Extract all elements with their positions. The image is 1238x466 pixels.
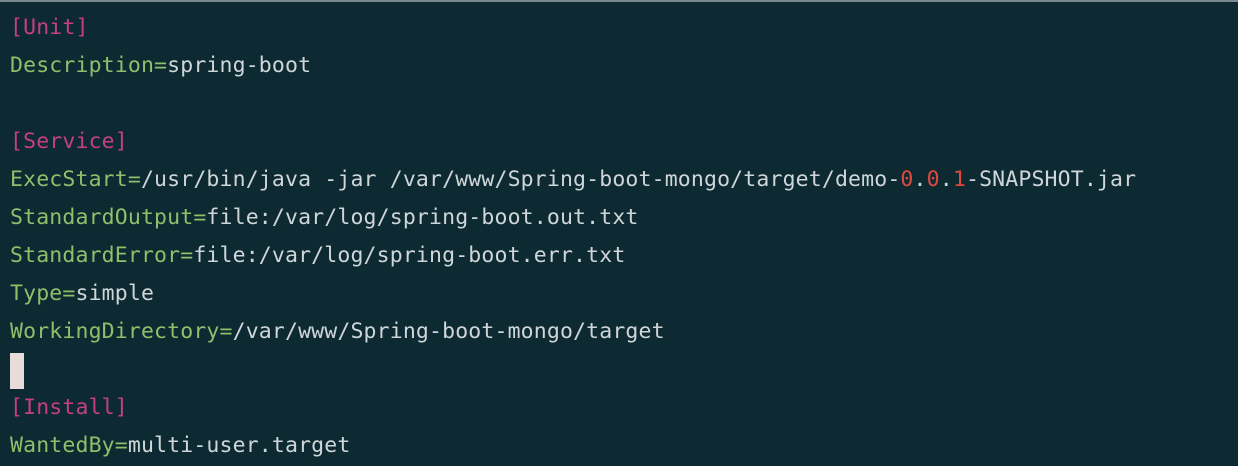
config-value: multi-user.target xyxy=(127,433,351,458)
config-value: /var/www/Spring-boot-mongo/target xyxy=(232,319,665,344)
config-value: spring-boot xyxy=(167,53,312,78)
config-value: simple xyxy=(75,281,155,306)
config-key: WantedBy= xyxy=(10,433,128,458)
version-number: 0 xyxy=(900,167,914,192)
config-key: Description= xyxy=(10,53,168,78)
standard-error-line: StandardError=file:/var/log/spring-boot.… xyxy=(10,237,1238,275)
cursor-line[interactable] xyxy=(10,351,1238,389)
version-number: 1 xyxy=(952,167,966,192)
exec-start-line: ExecStart=/usr/bin/java -jar /var/www/Sp… xyxy=(10,161,1238,199)
section-header: [Unit] xyxy=(10,15,89,40)
version-dot: . xyxy=(939,167,953,192)
config-key: Type= xyxy=(10,281,76,306)
unit-section-line: [Unit] xyxy=(10,9,1238,47)
working-directory-line: WorkingDirectory=/var/www/Spring-boot-mo… xyxy=(10,313,1238,351)
config-value: /usr/bin/java -jar /var/www/Spring-boot-… xyxy=(140,167,901,192)
config-value-suffix: -SNAPSHOT.jar xyxy=(965,167,1137,192)
config-key: StandardError= xyxy=(10,243,194,268)
config-key: WorkingDirectory= xyxy=(10,319,233,344)
config-value: file:/var/log/spring-boot.err.txt xyxy=(193,243,626,268)
version-number: 0 xyxy=(926,167,940,192)
text-cursor xyxy=(10,353,24,389)
service-section-line: [Service] xyxy=(10,123,1238,161)
section-header: [Install] xyxy=(10,395,128,420)
section-header: [Service] xyxy=(10,129,128,154)
type-line: Type=simple xyxy=(10,275,1238,313)
config-key: StandardOutput= xyxy=(10,205,207,230)
terminal-editor[interactable]: [Unit] Description=spring-boot [Service]… xyxy=(0,0,1238,466)
config-key: ExecStart= xyxy=(10,167,141,192)
version-dot: . xyxy=(913,167,927,192)
standard-output-line: StandardOutput=file:/var/log/spring-boot… xyxy=(10,199,1238,237)
description-line: Description=spring-boot xyxy=(10,47,1238,85)
wanted-by-line: WantedBy=multi-user.target xyxy=(10,427,1238,465)
config-value: file:/var/log/spring-boot.out.txt xyxy=(206,205,639,230)
install-section-line: [Install] xyxy=(10,389,1238,427)
